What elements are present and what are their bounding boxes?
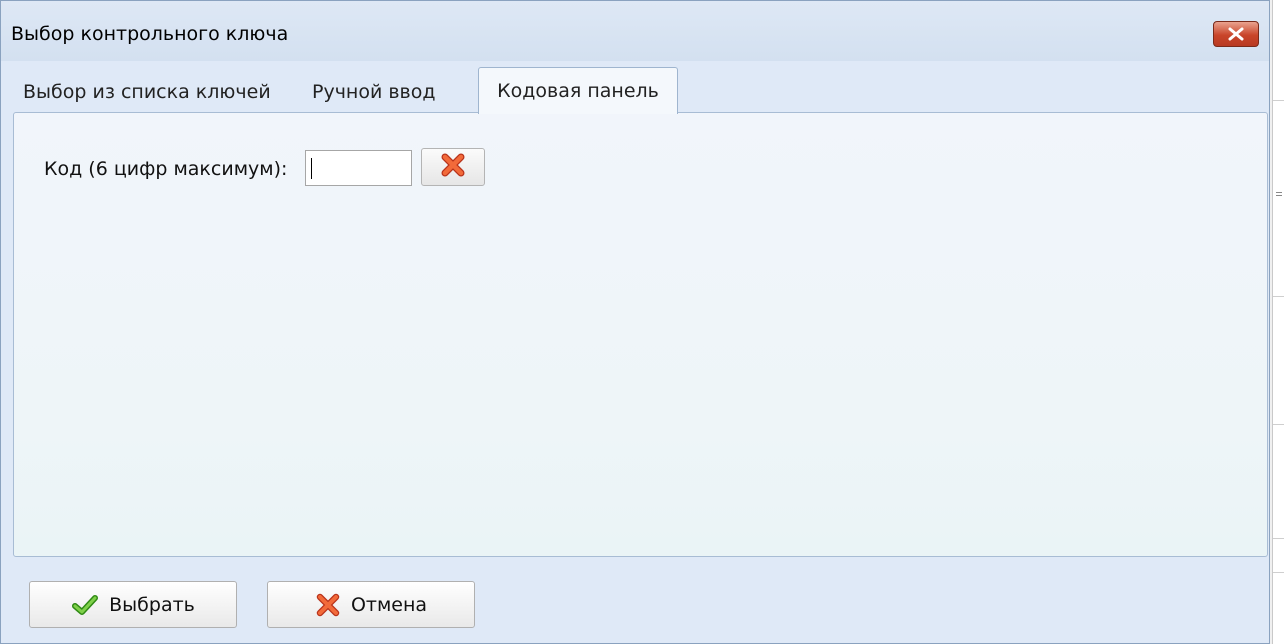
background-divider [1273,538,1284,539]
tab-manual-input[interactable]: Ручной ввод [312,71,457,113]
code-label: Код (6 цифр максимум): [44,158,288,180]
clear-code-button[interactable] [421,148,485,186]
background-divider [1273,572,1284,573]
tab-code-panel[interactable]: Кодовая панель [478,67,678,114]
select-button[interactable]: Выбрать [29,581,237,628]
tab-key-list[interactable]: Выбор из списка ключей [23,71,275,113]
background-splitter-handle[interactable] [1276,192,1282,196]
key-selection-dialog: Выбор контрольного ключа Выбор из списка… [0,0,1270,644]
background-divider [1273,424,1284,425]
close-button[interactable] [1213,21,1259,47]
window-title: Выбор контрольного ключа [11,23,289,45]
green-check-icon [71,593,99,617]
select-button-label: Выбрать [109,593,195,616]
background-divider [1273,296,1284,297]
code-panel-content: Код (6 цифр максимум): [13,112,1268,557]
cancel-button-label: Отмена [350,593,428,616]
cancel-button[interactable]: Отмена [267,581,475,628]
background-window-edge [1272,0,1284,644]
close-icon [1227,27,1245,41]
red-x-icon [315,593,341,617]
code-input[interactable] [305,150,412,186]
background-divider [1273,100,1284,101]
red-x-icon [439,152,467,182]
title-bar[interactable]: Выбор контрольного ключа [1,1,1269,61]
